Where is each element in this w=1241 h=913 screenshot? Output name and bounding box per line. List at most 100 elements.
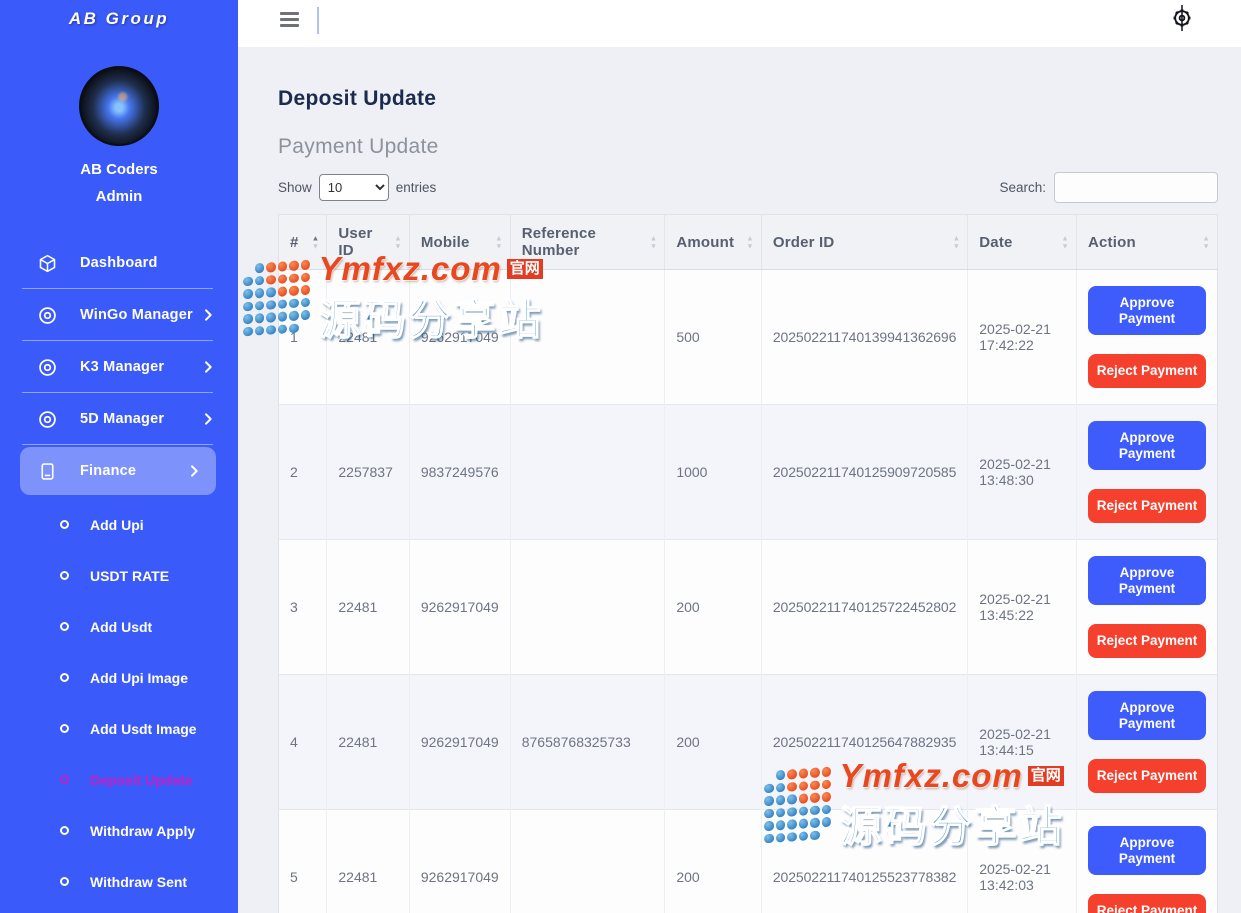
topbar [238, 0, 1241, 47]
cell-num: 4 [279, 675, 327, 810]
cell-reference [510, 810, 665, 913]
cell-amount: 200 [665, 540, 762, 675]
bullet-icon [60, 520, 69, 529]
app-logo: AB Group [0, 9, 238, 29]
circle-dot-icon [36, 304, 58, 326]
cell-mobile: 9837249576 [409, 405, 510, 540]
hamburger-menu-icon[interactable] [280, 12, 299, 27]
sidebar-item-label: Dashboard [80, 255, 216, 271]
table-row: 4 22481 9262917049 87658768325733 200 20… [279, 675, 1218, 810]
sort-icon: ▲▼ [746, 235, 754, 250]
cell-user-id: 22481 [327, 540, 409, 675]
topbar-divider [317, 7, 319, 34]
sidebar-item-5d-manager[interactable]: 5D Manager [0, 393, 238, 445]
sort-icon: ▲▼ [312, 235, 320, 250]
approve-payment-button[interactable]: Approve Payment [1088, 826, 1206, 876]
submenu-item-withdraw-apply[interactable]: Withdraw Apply [0, 805, 238, 856]
cell-mobile: 9262917049 [409, 675, 510, 810]
table-row: 5 22481 9262917049 200 20250221174012552… [279, 810, 1218, 913]
sidebar-item-dashboard[interactable]: Dashboard [0, 237, 238, 289]
sidebar-item-wingo-manager[interactable]: WinGo Manager [0, 289, 238, 341]
chevron-right-icon [200, 359, 216, 375]
sidebar-menu: Dashboard WinGo Manager K3 Manager [0, 237, 238, 907]
column-header-num[interactable]: #▲▼ [279, 215, 327, 270]
sidebar-item-label: WinGo Manager [80, 307, 200, 323]
cell-amount: 200 [665, 675, 762, 810]
sort-icon: ▲▼ [495, 235, 503, 250]
sidebar-item-label: Finance [80, 463, 186, 479]
reject-payment-button[interactable]: Reject Payment [1088, 624, 1206, 658]
bullet-icon [60, 775, 69, 784]
reject-payment-button[interactable]: Reject Payment [1088, 894, 1206, 913]
search-input[interactable] [1054, 172, 1218, 203]
approve-payment-button[interactable]: Approve Payment [1088, 691, 1206, 741]
sort-icon: ▲▼ [394, 235, 402, 250]
submenu-item-label: USDT RATE [90, 568, 169, 584]
page-title: Deposit Update [278, 87, 1218, 111]
cell-order-id: 202502211740139941362696 [761, 270, 967, 405]
approve-payment-button[interactable]: Approve Payment [1088, 421, 1206, 471]
bullet-icon [60, 673, 69, 682]
cell-user-id: 22481 [327, 810, 409, 913]
submenu-item-usdt-rate[interactable]: USDT RATE [0, 550, 238, 601]
chevron-right-icon [200, 307, 216, 323]
cell-order-id: 202502211740125909720585 [761, 405, 967, 540]
deposit-table: #▲▼ User ID▲▼ Mobile▲▼ Reference Number▲… [278, 214, 1218, 913]
cell-num: 2 [279, 405, 327, 540]
cell-date: 2025-02-21 17:42:22 [968, 270, 1077, 405]
cell-date: 2025-02-21 13:48:30 [968, 405, 1077, 540]
sidebar-item-finance[interactable]: Finance [20, 447, 216, 495]
user-role: Admin [0, 188, 238, 205]
page-size-select[interactable]: 10 [319, 174, 389, 201]
table-controls: Show 10 entries Search: [278, 172, 1218, 203]
column-header-reference[interactable]: Reference Number▲▼ [510, 215, 665, 270]
chevron-right-icon [186, 463, 202, 479]
submenu-item-add-usdt-image[interactable]: Add Usdt Image [0, 703, 238, 754]
submenu-item-label: Add Upi [90, 517, 144, 533]
bullet-icon [60, 724, 69, 733]
submenu-item-add-usdt[interactable]: Add Usdt [0, 601, 238, 652]
reject-payment-button[interactable]: Reject Payment [1088, 354, 1206, 388]
approve-payment-button[interactable]: Approve Payment [1088, 286, 1206, 336]
cell-order-id: 202502211740125523778382 [761, 810, 967, 913]
cell-user-id: 22481 [327, 270, 409, 405]
cell-date: 2025-02-21 13:42:03 [968, 810, 1077, 913]
column-header-order-id[interactable]: Order ID▲▼ [761, 215, 967, 270]
table-row: 2 2257837 9837249576 1000 20250221174012… [279, 405, 1218, 540]
avatar [79, 66, 159, 146]
sidebar-item-k3-manager[interactable]: K3 Manager [0, 341, 238, 393]
submenu-item-label: Add Usdt [90, 619, 152, 635]
column-header-mobile[interactable]: Mobile▲▼ [409, 215, 510, 270]
submenu-item-label: Add Usdt Image [90, 721, 197, 737]
cell-order-id: 202502211740125722452802 [761, 540, 967, 675]
sidebar: AB Group AB Coders Admin Dashboard WinGo… [0, 0, 238, 913]
main-content: Deposit Update Payment Update Show 10 en… [238, 47, 1241, 913]
gear-icon[interactable] [1169, 5, 1195, 31]
book-icon [36, 460, 58, 482]
column-header-user-id[interactable]: User ID▲▼ [327, 215, 409, 270]
column-header-date[interactable]: Date▲▼ [968, 215, 1077, 270]
submenu-item-add-upi-image[interactable]: Add Upi Image [0, 652, 238, 703]
cell-num: 5 [279, 810, 327, 913]
page: AB Group AB Coders Admin Dashboard WinGo… [0, 0, 1241, 913]
column-header-amount[interactable]: Amount▲▼ [665, 215, 762, 270]
cell-date: 2025-02-21 13:44:15 [968, 675, 1077, 810]
cube-icon [36, 252, 58, 274]
submenu-item-deposit-update[interactable]: Deposit Update [0, 754, 238, 805]
entries-label: entries [396, 180, 437, 195]
sidebar-item-label: K3 Manager [80, 359, 200, 375]
cell-amount: 500 [665, 270, 762, 405]
reject-payment-button[interactable]: Reject Payment [1088, 489, 1206, 523]
submenu-item-add-upi[interactable]: Add Upi [0, 499, 238, 550]
submenu-item-label: Withdraw Apply [90, 823, 195, 839]
user-name: AB Coders [0, 161, 238, 178]
cell-reference [510, 540, 665, 675]
cell-mobile: 9262917049 [409, 270, 510, 405]
reject-payment-button[interactable]: Reject Payment [1088, 759, 1206, 793]
column-header-action[interactable]: Action▲▼ [1076, 215, 1217, 270]
approve-payment-button[interactable]: Approve Payment [1088, 556, 1206, 606]
submenu-item-withdraw-sent[interactable]: Withdraw Sent [0, 856, 238, 907]
sort-icon: ▲▼ [1061, 235, 1069, 250]
circle-dot-icon [36, 356, 58, 378]
sort-icon: ▲▼ [953, 235, 961, 250]
